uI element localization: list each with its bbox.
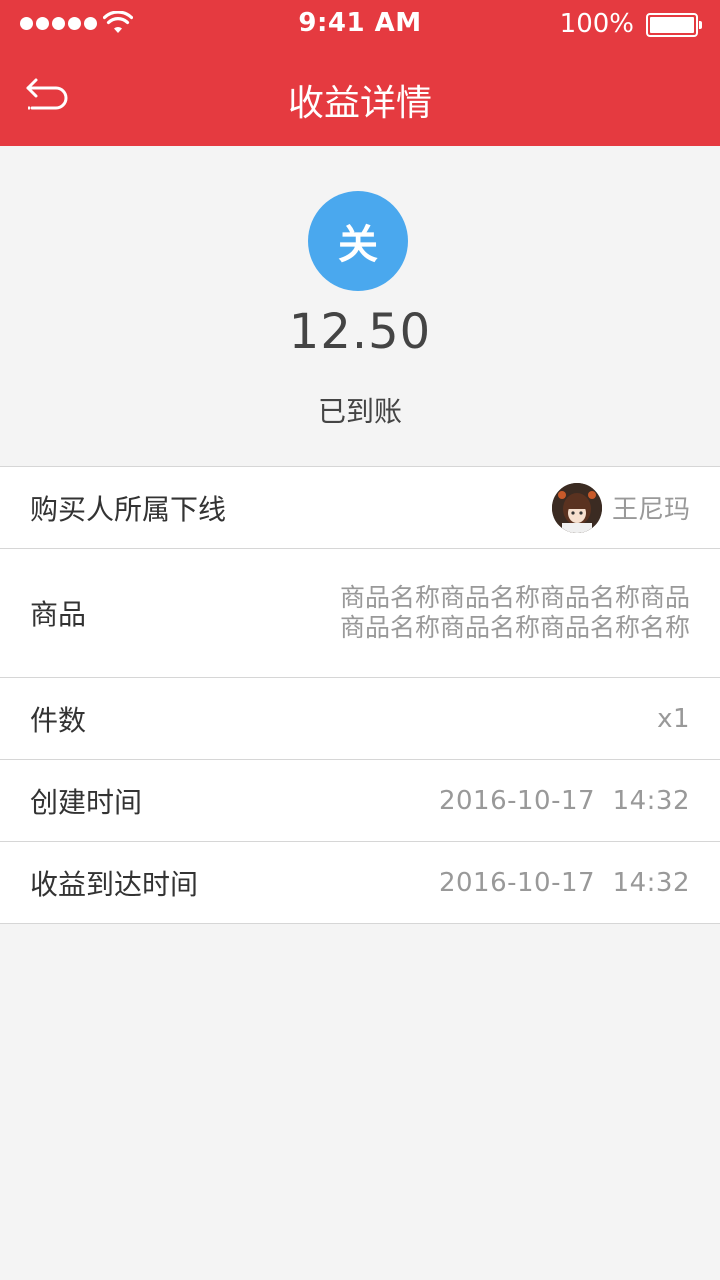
product-name: 商品名称商品名称商品名称商品商品名称商品名称商品名称名称 — [339, 583, 690, 642]
quantity-label: 件数 — [30, 703, 87, 737]
buyer-row[interactable]: 购买人所属下线 王尼玛 — [0, 467, 720, 549]
arrival-time-value: 2016-10-17 14:32 — [438, 867, 690, 898]
buyer-avatar — [551, 482, 602, 533]
arrival-time-label: 收益到达时间 — [30, 867, 199, 901]
user-avatar: 关 — [308, 191, 408, 291]
income-amount: 12.50 — [288, 304, 432, 360]
quantity-row: 件数 x1 — [0, 678, 720, 760]
created-time-value: 2016-10-17 14:32 — [438, 785, 690, 816]
product-label: 商品 — [30, 598, 87, 631]
arrival-time-row: 收益到达时间 2016-10-17 14:32 — [0, 842, 720, 924]
buyer-label: 购买人所属下线 — [30, 492, 227, 526]
product-row: 商品 商品名称商品名称商品名称商品商品名称商品名称商品名称名称 — [0, 549, 720, 678]
app-header: 9:41 AM 100% 收益详情 — [0, 0, 720, 146]
buyer-name: 王尼玛 — [611, 495, 690, 525]
buyer-info: 王尼玛 — [551, 482, 690, 533]
battery-icon — [646, 13, 702, 37]
created-time-row: 创建时间 2016-10-17 14:32 — [0, 760, 720, 842]
status-bar: 9:41 AM 100% — [0, 0, 720, 48]
detail-list: 购买人所属下线 王尼玛 商品 商品名称商品名称商品名称商品商品名称商品名称商品名… — [0, 466, 720, 924]
created-time-label: 创建时间 — [30, 785, 143, 819]
page-title: 收益详情 — [287, 83, 432, 124]
income-summary: 关 12.50 已到账 — [0, 146, 720, 466]
income-status: 已到账 — [317, 395, 402, 428]
quantity-value: x1 — [657, 703, 690, 734]
battery-percent: 100% — [559, 9, 634, 39]
